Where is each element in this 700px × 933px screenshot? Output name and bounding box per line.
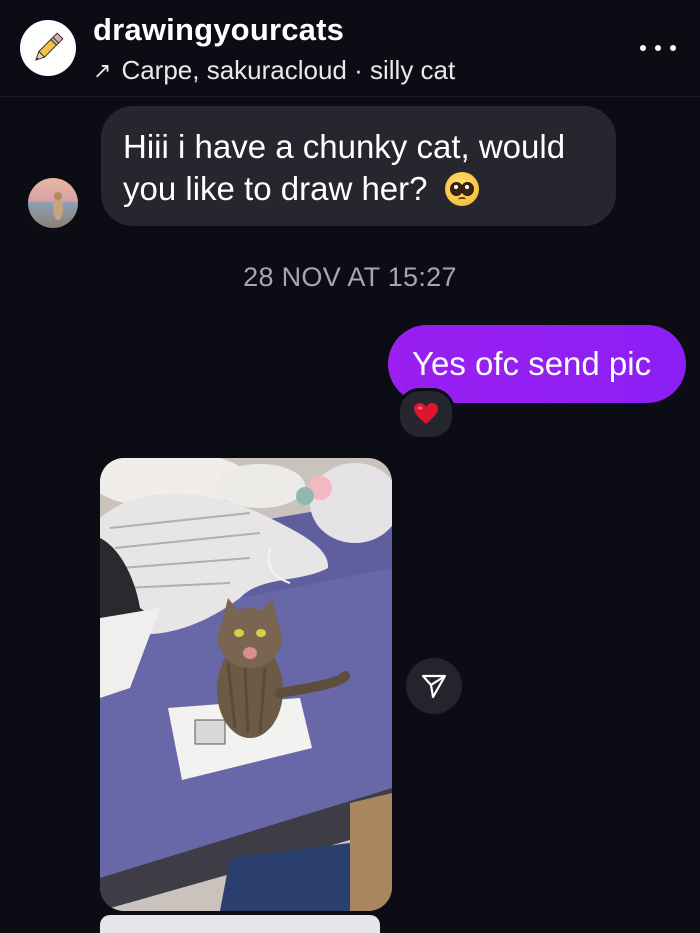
pencil-icon <box>35 32 64 61</box>
chat-title[interactable]: drawingyourcats <box>93 12 344 48</box>
cat-photo[interactable] <box>100 458 392 911</box>
incoming-message-bubble[interactable]: Hiii i have a chunky cat, would you like… <box>101 106 616 226</box>
dm-thread-screen: drawingyourcats ↗ Carpe, sakuracloud · s… <box>0 0 700 933</box>
arrow-up-right-icon: ↗ <box>93 57 112 83</box>
sender-avatar[interactable] <box>28 178 78 228</box>
pleading-face-icon <box>444 172 479 206</box>
profile-avatar[interactable] <box>20 20 76 76</box>
incoming-message-text: Hiii i have a chunky cat, would you like… <box>123 128 566 207</box>
more-icon <box>640 45 646 51</box>
chat-subtitle-text: Carpe, sakuracloud · silly cat <box>121 55 456 85</box>
message-timestamp: 28 NOV AT 15:27 <box>243 262 457 292</box>
more-options-button[interactable] <box>640 36 676 60</box>
message-reaction[interactable] <box>397 388 455 440</box>
chat-header: drawingyourcats ↗ Carpe, sakuracloud · s… <box>0 0 700 97</box>
share-icon <box>421 674 447 699</box>
chat-subtitle[interactable]: ↗ Carpe, sakuracloud · silly cat <box>93 55 455 86</box>
next-photo-preview[interactable] <box>100 915 380 933</box>
share-button[interactable] <box>406 658 462 714</box>
outgoing-message-text: Yes ofc send pic <box>412 345 652 382</box>
red-heart-icon <box>414 403 438 424</box>
